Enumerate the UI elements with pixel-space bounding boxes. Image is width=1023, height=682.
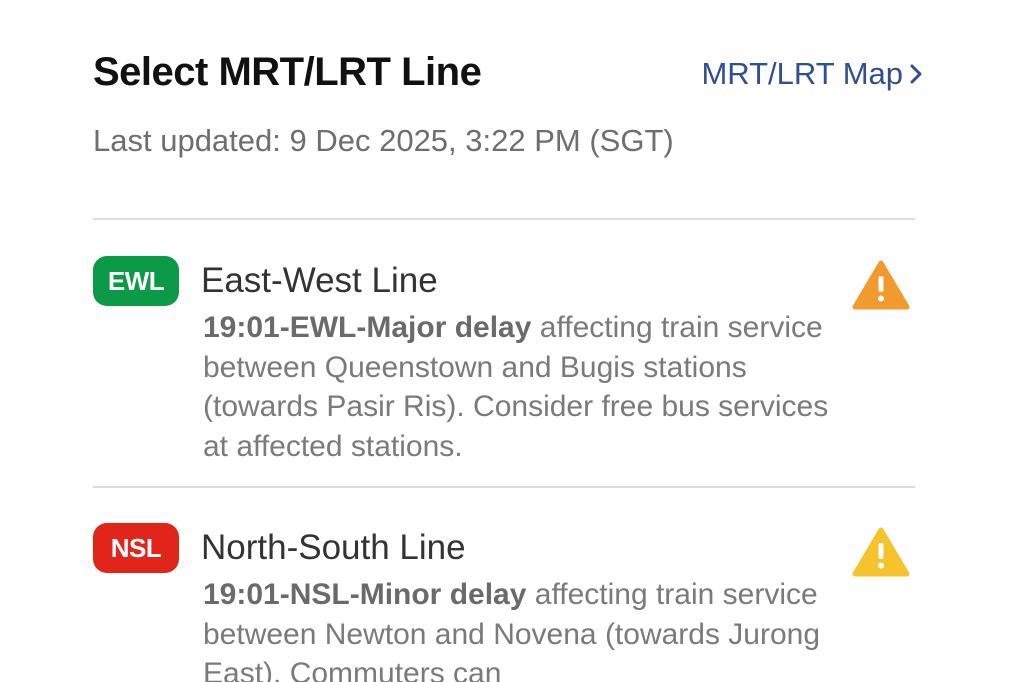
line-alert-ewl: 19:01-EWL-Major delay affecting train se… — [203, 308, 853, 466]
map-link-label: MRT/LRT Map — [701, 56, 903, 91]
divider — [93, 218, 915, 220]
line-item-nsl[interactable]: NSL North-South Line 19:01-NSL-Minor del… — [93, 523, 915, 682]
warning-icon — [852, 260, 910, 310]
last-updated-text: Last updated: 9 Dec 2025, 3:22 PM (SGT) — [93, 123, 674, 158]
alert-title-nsl: 19:01-NSL-Minor delay — [203, 578, 527, 611]
warning-icon — [852, 527, 910, 577]
divider — [93, 486, 915, 488]
chevron-right-icon — [910, 64, 922, 84]
line-alert-nsl: 19:01-NSL-Minor delay affecting train se… — [203, 575, 853, 682]
line-badge-ewl: EWL — [93, 256, 179, 306]
header: Select MRT/LRT Line MRT/LRT Map — [93, 50, 923, 100]
mrt-lrt-map-link[interactable]: MRT/LRT Map — [701, 56, 923, 92]
alert-title-ewl: 19:01-EWL-Major delay — [203, 311, 532, 344]
line-item-ewl[interactable]: EWL East-West Line 19:01-EWL-Major delay… — [93, 256, 915, 476]
page-title: Select MRT/LRT Line — [93, 50, 482, 94]
line-name-ewl: East-West Line — [201, 261, 438, 300]
line-name-nsl: North-South Line — [201, 528, 466, 567]
line-badge-nsl: NSL — [93, 523, 179, 573]
page: Select MRT/LRT Line MRT/LRT Map Last upd… — [0, 0, 1023, 682]
